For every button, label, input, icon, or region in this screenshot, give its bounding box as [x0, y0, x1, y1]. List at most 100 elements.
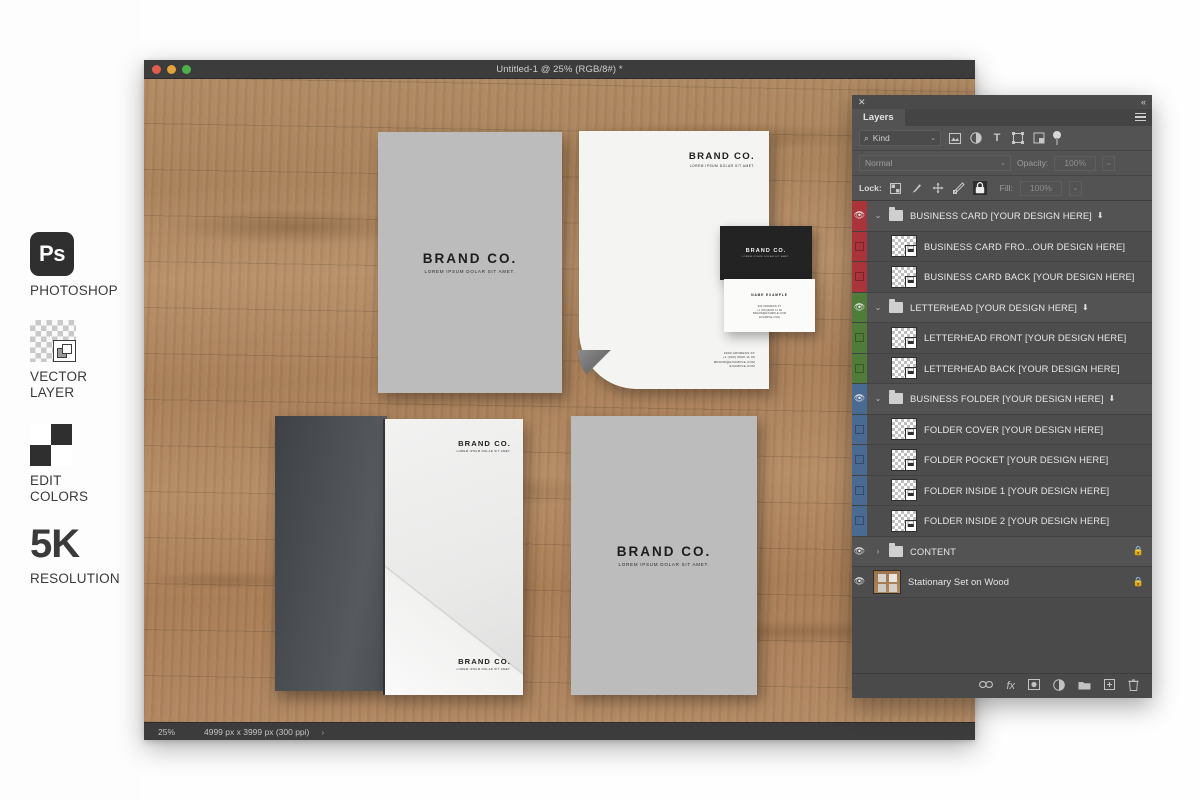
eye-toggle[interactable] — [855, 516, 864, 525]
layer-list[interactable]: 👁 ⌄ BUSINESS CARD [YOUR DESIGN HERE] ⬇ B… — [852, 201, 1152, 599]
eye-icon[interactable]: 👁 — [854, 393, 865, 404]
panel-menu-icon[interactable] — [1135, 113, 1146, 123]
layer-color-label[interactable]: 👁 — [852, 201, 867, 231]
eye-toggle[interactable] — [855, 455, 864, 464]
expand-group-icon[interactable]: ⌄ — [867, 394, 889, 403]
folder-cover-flap — [275, 416, 387, 691]
eye-toggle[interactable] — [855, 364, 864, 373]
layer-thumbnail[interactable] — [891, 510, 917, 532]
tab-layers[interactable]: Layers — [852, 109, 905, 126]
table-row[interactable]: 👁 Stationary Set on Wood 🔒 — [852, 567, 1152, 598]
table-row[interactable]: 👁 ⌄ BUSINESS CARD [YOUR DESIGN HERE] ⬇ — [852, 201, 1152, 232]
eye-toggle[interactable] — [855, 272, 864, 281]
blend-mode-dropdown[interactable]: Normal ⌄ — [859, 155, 1011, 171]
lock-transparent-icon[interactable] — [889, 181, 903, 195]
expand-group-icon[interactable]: ⌄ — [867, 303, 889, 312]
lock-icon[interactable]: 🔒 — [1133, 576, 1144, 587]
layer-color-label[interactable] — [852, 323, 867, 353]
layer-color-label[interactable] — [852, 354, 867, 384]
lock-all-icon[interactable] — [973, 181, 987, 195]
add-mask-icon[interactable] — [1028, 679, 1040, 693]
layer-thumbnail[interactable] — [891, 479, 917, 501]
fill-stepper[interactable]: ⌄ — [1069, 181, 1082, 196]
layer-thumbnail[interactable] — [891, 357, 917, 379]
layer-color-label[interactable]: 👁 — [852, 598, 867, 600]
table-row[interactable]: FOLDER POCKET [YOUR DESIGN HERE] — [852, 445, 1152, 476]
layer-name: BUSINESS CARD FRO...OUR DESIGN HERE] — [924, 241, 1125, 252]
table-row[interactable]: BUSINESS CARD FRO...OUR DESIGN HERE] — [852, 232, 1152, 263]
layer-color-label[interactable] — [852, 445, 867, 475]
eye-icon[interactable]: 👁 — [854, 210, 865, 221]
lock-image-icon[interactable] — [910, 181, 924, 195]
type-filter-icon[interactable]: T — [990, 131, 1004, 145]
layer-color-label[interactable] — [852, 476, 867, 506]
eye-toggle[interactable] — [855, 425, 864, 434]
layer-color-label[interactable] — [852, 506, 867, 536]
adjustment-filter-icon[interactable] — [969, 131, 983, 145]
link-icon[interactable] — [979, 680, 993, 692]
table-row[interactable]: FOLDER COVER [YOUR DESIGN HERE] — [852, 415, 1152, 446]
opacity-input[interactable]: 100% — [1054, 156, 1096, 171]
document-canvas[interactable]: BRAND CO. LOREM IPSUM DOLAR SIT AMET. BR… — [144, 79, 975, 722]
shape-filter-icon[interactable] — [1011, 131, 1025, 145]
status-menu-arrow-icon[interactable]: › — [321, 727, 324, 737]
lock-icon[interactable]: 🔒 — [1133, 546, 1144, 557]
eye-toggle[interactable] — [855, 333, 864, 342]
layer-color-label[interactable] — [852, 415, 867, 445]
lock-position-icon[interactable] — [931, 181, 945, 195]
zoom-window-button[interactable] — [182, 65, 191, 74]
table-row[interactable]: BUSINESS CARD BACK [YOUR DESIGN HERE] — [852, 262, 1152, 293]
delete-layer-icon[interactable] — [1128, 679, 1139, 694]
lock-artboard-icon[interactable] — [952, 181, 966, 195]
eye-icon[interactable]: 👁 — [854, 546, 865, 557]
smart-object-badge-icon — [905, 367, 916, 378]
new-layer-icon[interactable] — [1104, 679, 1115, 693]
eye-icon[interactable]: 👁 — [854, 302, 865, 313]
adjustment-layer-icon[interactable] — [1053, 679, 1065, 694]
fill-input[interactable]: 100% — [1020, 181, 1062, 196]
eye-toggle[interactable] — [855, 242, 864, 251]
table-row[interactable]: 👁 ⌄ LETTERHEAD [YOUR DESIGN HERE] ⬇ — [852, 293, 1152, 324]
layer-color-label[interactable]: 👁 — [852, 567, 867, 597]
table-row[interactable]: LETTERHEAD BACK [YOUR DESIGN HERE] — [852, 354, 1152, 385]
layer-name: FOLDER INSIDE 2 [YOUR DESIGN HERE] — [924, 515, 1109, 526]
layer-thumbnail[interactable] — [891, 418, 917, 440]
pixel-filter-icon[interactable] — [948, 131, 962, 145]
close-icon[interactable]: ✕ — [858, 96, 866, 108]
layer-thumbnail[interactable] — [891, 235, 917, 257]
collapse-panel-icon[interactable]: « — [1141, 96, 1145, 108]
layer-color-label[interactable]: 👁 — [852, 537, 867, 567]
layer-thumbnail[interactable] — [891, 449, 917, 471]
layer-color-label[interactable] — [852, 232, 867, 262]
minimize-window-button[interactable] — [167, 65, 176, 74]
table-row[interactable]: LETTERHEAD FRONT [YOUR DESIGN HERE] — [852, 323, 1152, 354]
layer-color-label[interactable]: 👁 — [852, 293, 867, 323]
layer-thumbnail[interactable] — [891, 266, 917, 288]
row-status: 🔒 — [1133, 576, 1144, 587]
fx-icon[interactable]: fx — [1006, 680, 1015, 692]
status-zoom-level[interactable]: 25% — [144, 727, 204, 737]
filter-toggle[interactable] — [1053, 131, 1061, 145]
card-contact-details: 000 ADDRESS ST +1 (000)0000 11 00 BRAND@… — [724, 305, 815, 319]
close-window-button[interactable] — [152, 65, 161, 74]
feature-photoshop-label: PHOTOSHOP — [30, 283, 118, 299]
table-row[interactable]: FOLDER INSIDE 2 [YOUR DESIGN HERE] — [852, 506, 1152, 537]
window-titlebar[interactable]: Untitled-1 @ 25% (RGB/8#) * — [144, 60, 975, 79]
expand-group-icon[interactable]: ⌄ — [867, 211, 889, 220]
eye-icon[interactable]: 👁 — [854, 576, 865, 587]
table-row[interactable]: 👁 › CONTENT 🔒 — [852, 537, 1152, 568]
table-row[interactable]: FOLDER INSIDE 1 [YOUR DESIGN HERE] — [852, 476, 1152, 507]
layer-thumbnail[interactable] — [891, 327, 917, 349]
expand-group-icon[interactable]: › — [867, 547, 889, 556]
smart-object-filter-icon[interactable] — [1032, 131, 1046, 145]
eye-toggle[interactable] — [855, 486, 864, 495]
table-row[interactable]: 👁 Stationary Set on Marble 🔒 — [852, 598, 1152, 600]
table-row[interactable]: 👁 ⌄ BUSINESS FOLDER [YOUR DESIGN HERE] ⬇ — [852, 384, 1152, 415]
filter-kind-dropdown[interactable]: ⌕ Kind ⌄ — [859, 130, 941, 146]
layer-color-label[interactable]: 👁 — [852, 384, 867, 414]
layer-thumbnail[interactable] — [873, 570, 901, 594]
layer-color-label[interactable] — [852, 262, 867, 292]
opacity-stepper[interactable]: ⌄ — [1102, 156, 1115, 171]
layer-name: FOLDER INSIDE 1 [YOUR DESIGN HERE] — [924, 485, 1109, 496]
new-group-icon[interactable] — [1078, 680, 1091, 693]
